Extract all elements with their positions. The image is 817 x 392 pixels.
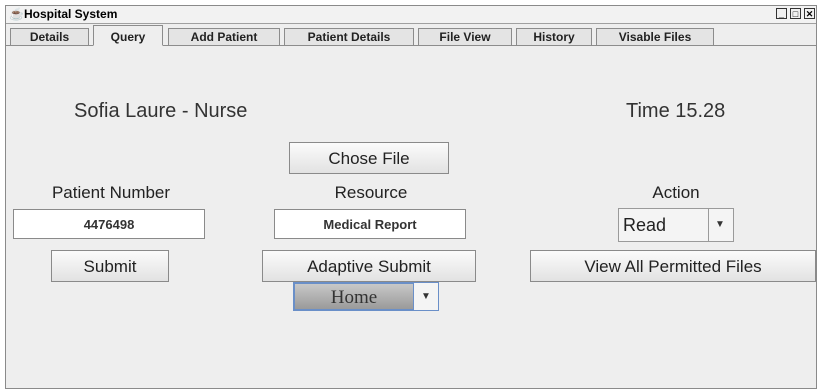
time-label: Time 15.28 [626,100,726,122]
user-name-label: Sofia Laure - Nurse [74,100,248,122]
tab-details[interactable]: Details [10,28,89,45]
coffee-cup-icon: ☕ [9,7,24,21]
maximize-button[interactable]: □ [790,8,801,19]
tab-patient-details[interactable]: Patient Details [284,28,414,45]
title-bar[interactable]: ☕ Hospital System _ □ ✕ [6,6,816,24]
chevron-down-icon: ▼ [421,291,431,302]
resource-field[interactable]: Medical Report [274,209,466,239]
view-all-permitted-files-button[interactable]: View All Permitted Files [530,250,816,282]
action-label: Action [652,183,700,202]
home-select[interactable]: Home ▼ [293,282,439,311]
adaptive-submit-button[interactable]: Adaptive Submit [262,250,476,282]
tab-add-patient[interactable]: Add Patient [168,28,280,45]
tab-history[interactable]: History [516,28,592,45]
tab-bar: Details Query Add Patient Patient Detail… [6,24,816,46]
home-selected-value: Home [294,283,414,310]
tab-file-view[interactable]: File View [418,28,512,45]
tab-visable-files[interactable]: Visable Files [596,28,714,45]
app-window: ☕ Hospital System _ □ ✕ Details Query Ad… [5,5,817,389]
chose-file-button[interactable]: Chose File [289,142,449,174]
patient-number-label: Patient Number [51,183,171,202]
tab-query[interactable]: Query [93,25,163,46]
action-select[interactable]: Read ▼ [618,208,734,242]
patient-number-field[interactable]: 4476498 [13,209,205,239]
chevron-down-icon: ▼ [715,219,725,230]
window-title: Hospital System [24,7,118,21]
minimize-button[interactable]: _ [776,8,787,19]
resource-label: Resource [334,183,408,202]
close-button[interactable]: ✕ [804,8,815,19]
submit-button[interactable]: Submit [51,250,169,282]
action-selected-value: Read [619,209,709,241]
